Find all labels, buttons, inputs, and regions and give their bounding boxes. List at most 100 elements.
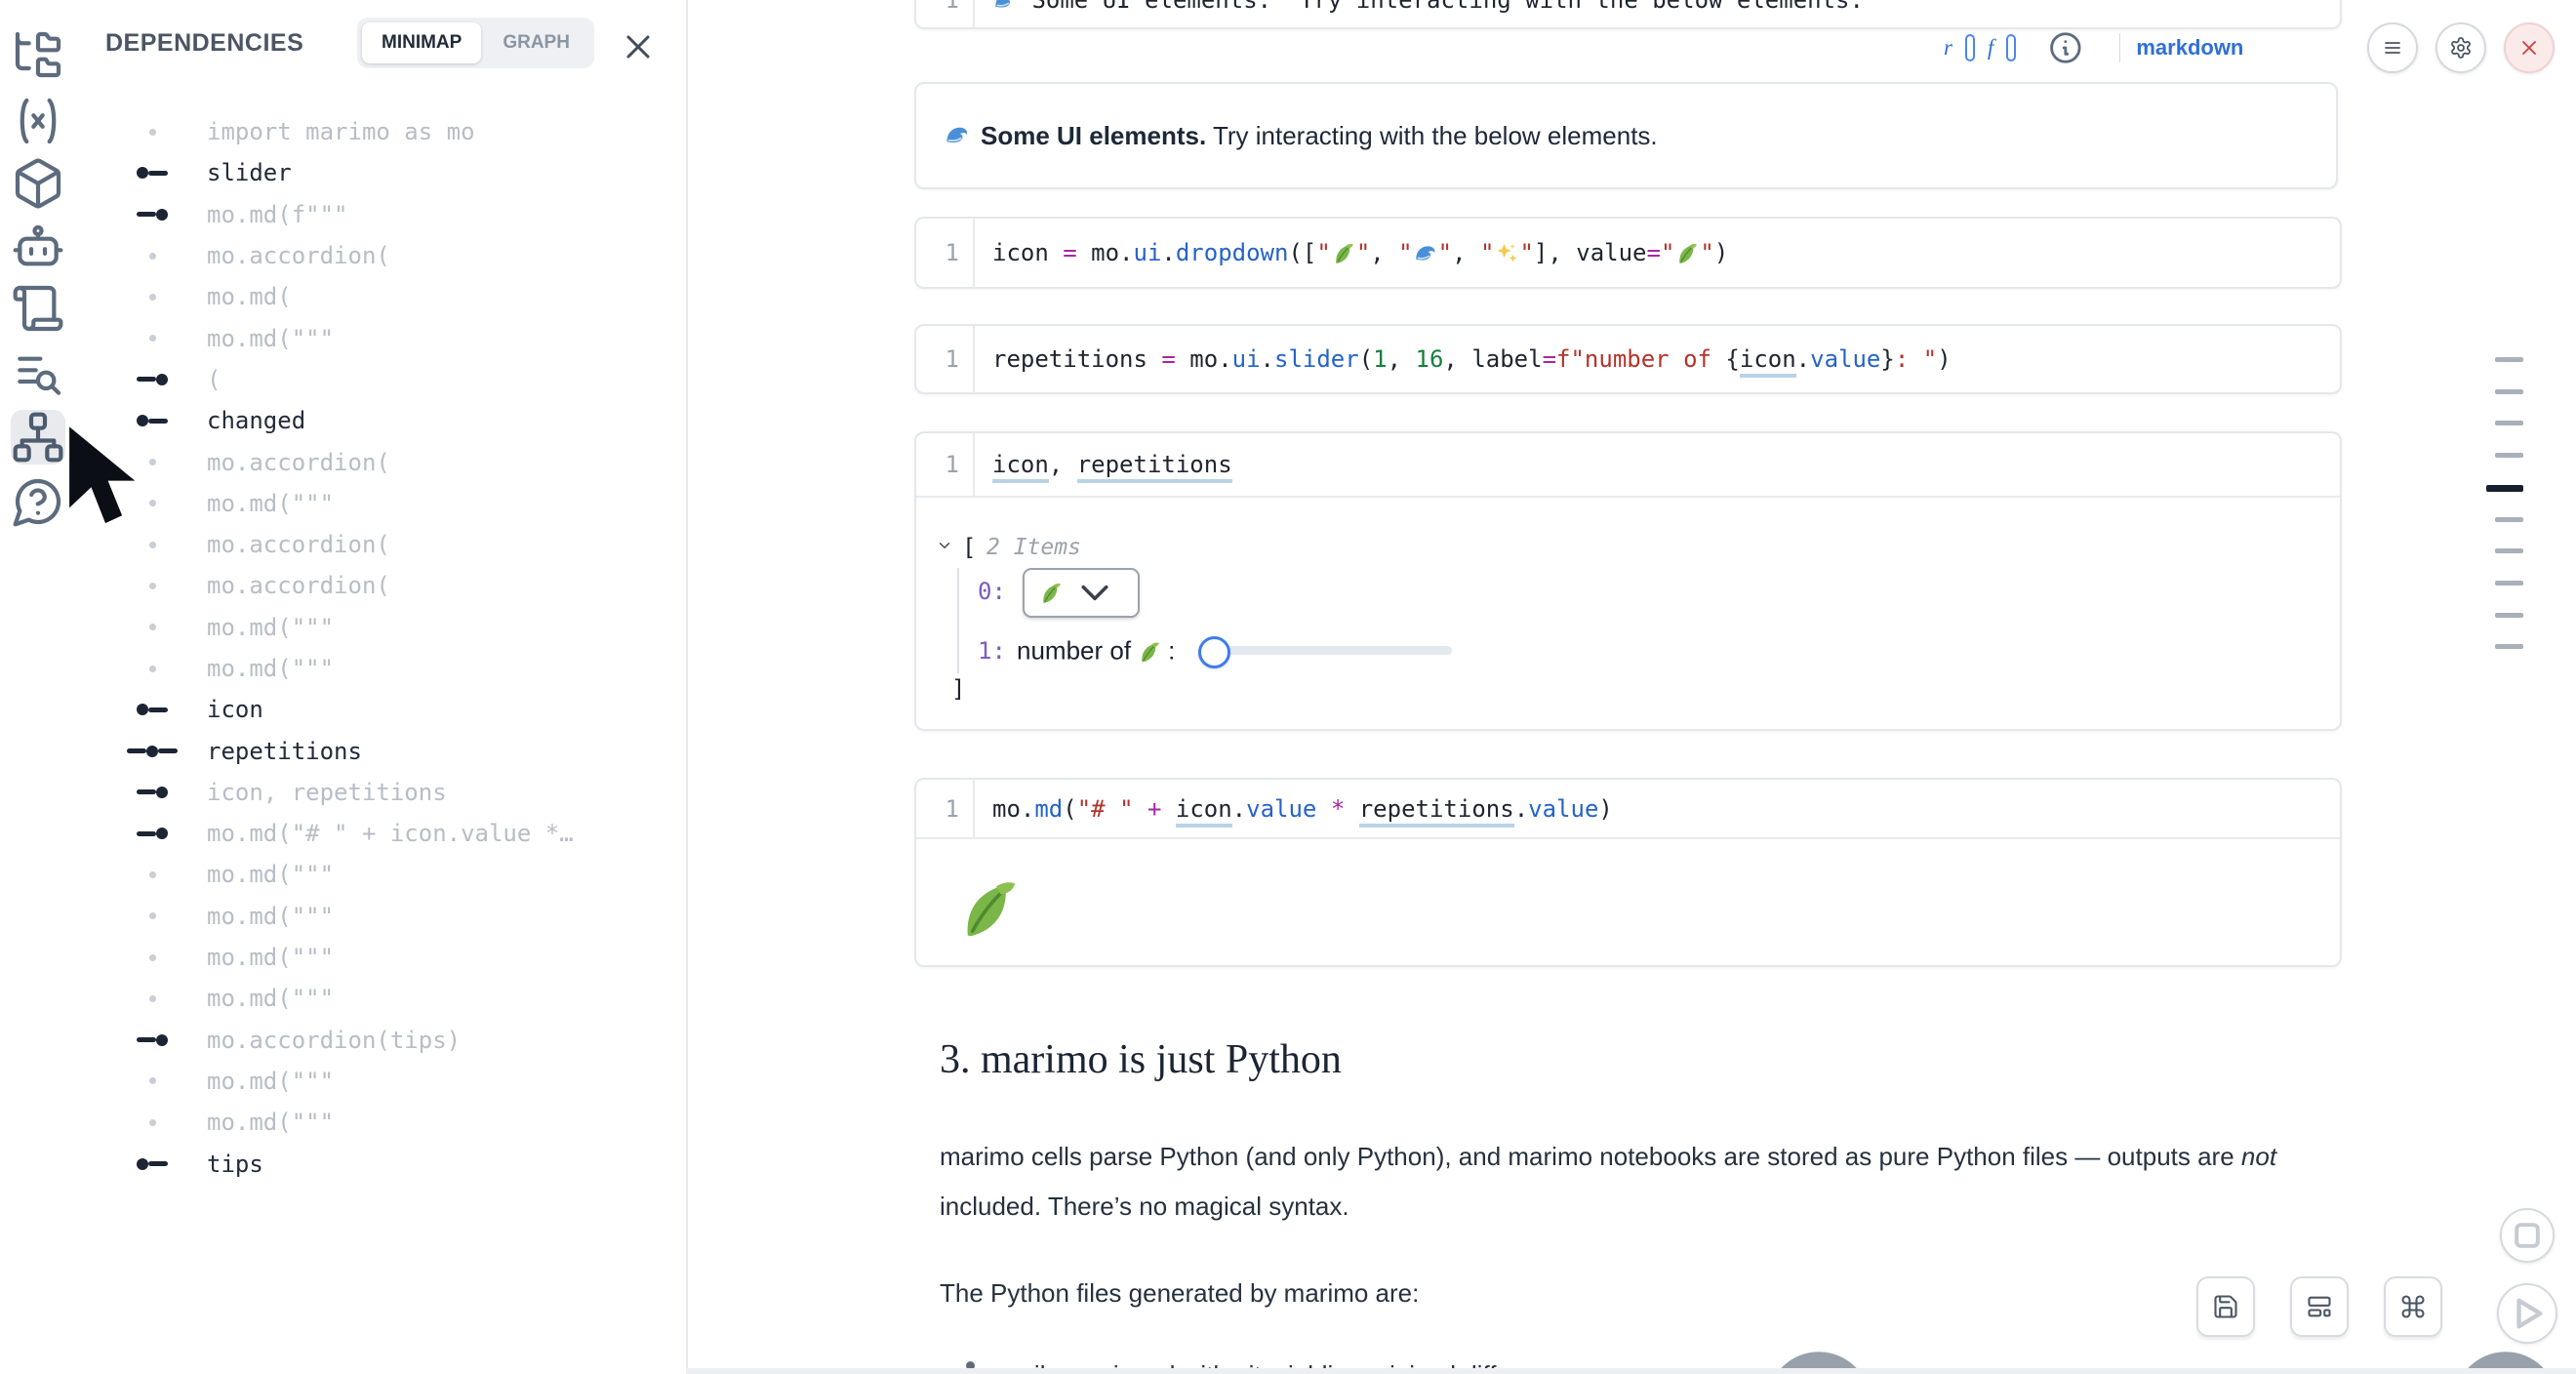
minimap-item[interactable]: mo.md("# " + icon.value *… — [76, 813, 684, 854]
save-button[interactable] — [2196, 1276, 2255, 1337]
minimap-item[interactable]: mo.md(""" — [76, 1102, 684, 1143]
sidebar-dependencies-icon[interactable] — [11, 410, 65, 465]
run-button[interactable] — [2497, 1283, 2557, 1344]
stop-button[interactable] — [2500, 1208, 2555, 1263]
cell-mark[interactable] — [2495, 389, 2523, 394]
icon-sidebar — [0, 0, 76, 1374]
minimap-item-label: mo.md(""" — [207, 985, 334, 1012]
minimap-item[interactable]: mo.accordion( — [76, 565, 684, 606]
minimap-item[interactable]: mo.md(""" — [76, 648, 684, 689]
sidebar-ai-assistant-icon[interactable] — [11, 221, 65, 275]
line-number: 1 — [946, 795, 959, 823]
cell-intro-editor[interactable]: 1 Some UI elements. Try interacting with… — [914, 0, 2342, 29]
minimap-item[interactable]: repetitions — [76, 730, 684, 771]
tab-graph[interactable]: GRAPH — [483, 22, 589, 63]
cell-mark[interactable] — [2495, 357, 2523, 362]
line-gutter: 1 — [916, 780, 975, 837]
minimap-item-label: mo.md(f""" — [207, 201, 348, 228]
def-marker-icon — [119, 1158, 185, 1170]
minimap-item[interactable]: mo.md(""" — [76, 1061, 684, 1102]
ref-marker-icon — [119, 1034, 185, 1046]
minimap-item[interactable]: mo.accordion( — [76, 441, 684, 482]
minimap-item[interactable]: changed — [76, 400, 684, 441]
minimap-item[interactable]: slider — [76, 152, 684, 193]
sidebar-file-tree-icon[interactable] — [11, 27, 65, 82]
cell-dropdown-editor[interactable]: 1 icon = mo.ui.dropdown(["", "", ""], va… — [914, 217, 2342, 289]
format-checkbox[interactable] — [2006, 34, 2016, 61]
minimap-item-label: mo.md(""" — [207, 1068, 334, 1095]
cell-md-editor[interactable]: 1 mo.md("# " + icon.value * repetitions.… — [916, 780, 2340, 839]
play-icon — [2499, 1285, 2556, 1342]
minimap-item[interactable]: import marimo as mo — [76, 111, 684, 152]
minimap-item[interactable]: mo.accordion(tips) — [76, 1020, 684, 1061]
reactive-checkbox[interactable] — [1965, 34, 1975, 61]
cell-expr-output: [ 2 Items 0: 1: number of : ] — [916, 498, 2340, 725]
minimap-item[interactable]: tips — [76, 1143, 684, 1184]
minimap-item[interactable]: mo.md(""" — [76, 317, 684, 358]
keyboard-shortcuts-button[interactable] — [2384, 1276, 2442, 1337]
language-button[interactable]: markdown — [2136, 35, 2243, 61]
hamburger-icon — [2381, 36, 2404, 60]
layout-button[interactable] — [2290, 1276, 2349, 1337]
icon-dropdown-select[interactable] — [1023, 568, 1140, 618]
line-number: 1 — [946, 239, 959, 266]
slider-label: number of : — [1017, 636, 1175, 667]
sidebar-packages-icon[interactable] — [11, 156, 65, 211]
line-gutter: 1 — [916, 326, 975, 392]
line-number: 1 — [946, 345, 959, 373]
minimap-item[interactable]: mo.md(""" — [76, 937, 684, 978]
close-panel-button[interactable] — [619, 27, 658, 66]
cell-mark[interactable] — [2495, 421, 2523, 425]
items-count-label: 2 Items — [986, 535, 1081, 560]
wave-emoji — [992, 0, 1018, 14]
output-text: Try interacting with the below elements. — [1206, 121, 1657, 150]
minimap-item[interactable]: icon — [76, 689, 684, 730]
cell-menu-button[interactable] — [2367, 22, 2418, 73]
minimap-item[interactable]: icon, repetitions — [76, 772, 684, 813]
minimap-item-label: import marimo as mo — [207, 118, 475, 145]
cell-slider-editor[interactable]: 1 repetitions = mo.ui.slider(1, 16, labe… — [914, 324, 2342, 394]
minimap-item[interactable]: ( — [76, 359, 684, 400]
cell-mark[interactable] — [2486, 485, 2523, 492]
tab-minimap[interactable]: MINIMAP — [362, 22, 481, 63]
minimap-item[interactable]: mo.accordion( — [76, 235, 684, 276]
minimap-item[interactable]: mo.md(""" — [76, 483, 684, 524]
minimap-item[interactable]: mo.md(""" — [76, 607, 684, 648]
minimap-item-label: mo.md(""" — [207, 1109, 334, 1136]
none-marker-icon — [119, 335, 185, 342]
info-icon[interactable] — [2029, 29, 2103, 66]
cell-delete-button[interactable] — [2504, 22, 2555, 73]
cell-expr-editor[interactable]: 1 icon, repetitions — [916, 433, 2340, 498]
cell-intro-output: Some UI elements. Try interacting with t… — [914, 82, 2338, 189]
tree-collapse-icon[interactable] — [936, 537, 953, 554]
section-paragraph: marimo cells parse Python (and only Pyth… — [940, 1132, 2335, 1232]
cell-mark[interactable] — [2495, 613, 2523, 618]
minimap-item[interactable]: mo.md( — [76, 276, 684, 317]
slider-track[interactable] — [1226, 646, 1452, 655]
cell-mark[interactable] — [2495, 548, 2523, 553]
sidebar-variables-icon[interactable] — [11, 94, 65, 148]
cell-expr: 1 icon, repetitions [ 2 Items 0: 1: numb… — [914, 431, 2342, 731]
leaf-emoji — [1038, 581, 1064, 606]
minimap-item[interactable]: mo.md(""" — [76, 896, 684, 937]
cell-mark[interactable] — [2495, 517, 2523, 522]
bracket-close: ] — [951, 675, 965, 703]
cell-settings-button[interactable] — [2435, 22, 2486, 73]
sidebar-help-icon[interactable] — [11, 474, 65, 529]
minimap-item[interactable]: mo.md(f""" — [76, 194, 684, 235]
chevron-down-icon — [1064, 570, 1126, 616]
minimap-item[interactable]: mo.md(""" — [76, 854, 684, 895]
leaf-emoji — [1331, 239, 1356, 266]
cell-mark[interactable] — [2495, 644, 2523, 649]
minimap-item[interactable]: mo.accordion( — [76, 524, 684, 565]
code-line: icon = mo.ui.dropdown(["", "", ""], valu… — [992, 239, 1728, 266]
cell-mark[interactable] — [2495, 581, 2523, 586]
slider-thumb[interactable] — [1198, 636, 1230, 668]
minimap-item-label: mo.accordion( — [207, 449, 390, 476]
none-marker-icon — [119, 871, 185, 878]
sidebar-table-of-contents-icon[interactable] — [11, 347, 65, 402]
cell-mark[interactable] — [2495, 453, 2523, 458]
sidebar-snippets-icon[interactable] — [11, 281, 65, 336]
minimap-item[interactable]: mo.md(""" — [76, 978, 684, 1019]
wave-emoji — [944, 122, 971, 149]
